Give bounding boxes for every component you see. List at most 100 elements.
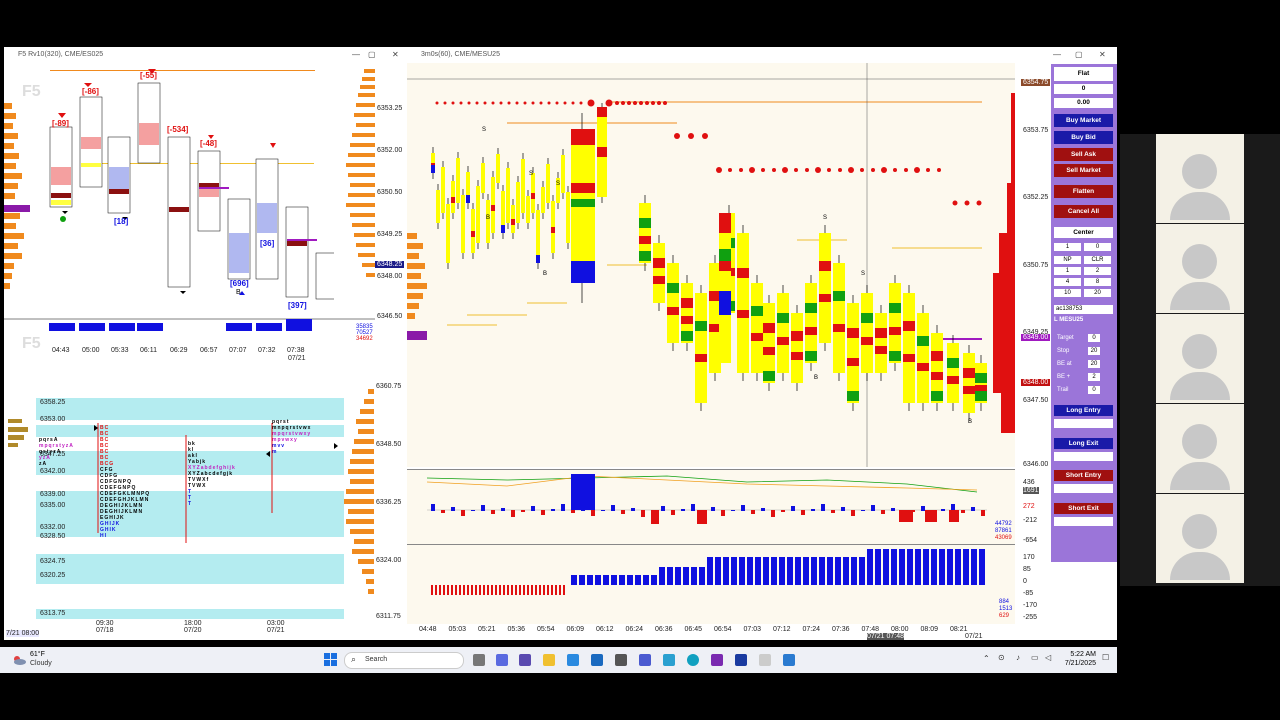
account-select[interactable]: ac138753	[1054, 305, 1113, 314]
short-entry-button[interactable]: Short Entry	[1054, 470, 1113, 481]
candle-segment	[571, 183, 595, 193]
tpo-profile-window[interactable]: 6358.25 6353.00 6347.25 6342.00 6339.00 …	[4, 369, 407, 640]
photos-icon[interactable]	[663, 654, 675, 666]
tray-chevron-icon[interactable]: ⌃	[983, 654, 990, 663]
candle-segment	[719, 213, 731, 233]
notification-icon[interactable]: ☐	[1102, 653, 1109, 662]
close-icon[interactable]: ✕	[392, 50, 399, 59]
clock-time[interactable]: 5:22 AM	[1066, 651, 1096, 658]
clr-button[interactable]: CLR	[1084, 256, 1111, 264]
atm-value-input[interactable]: 20	[1088, 360, 1100, 368]
delta-bar	[571, 510, 575, 513]
microphone-icon[interactable]: ♪	[1016, 653, 1020, 662]
candle-segment	[805, 351, 817, 361]
footprint-chart[interactable]: F5 F5 [-89] [-86] [-55] [-534] [-48] [18…	[4, 63, 375, 352]
atm-label: Stop	[1057, 348, 1070, 354]
time-tick: 08:21	[950, 626, 968, 633]
search-box[interactable]: ⌕ Search	[344, 652, 464, 669]
price-chart-pane[interactable]: S S S S S B B B B	[407, 63, 1015, 467]
app-icon[interactable]	[783, 654, 795, 666]
clock-date[interactable]: 7/21/2025	[1062, 660, 1096, 667]
window-title: F5 Rv10(320), CME/ES025	[18, 51, 104, 58]
delta-bar	[861, 510, 865, 511]
qty-4-button[interactable]: 4	[1054, 278, 1081, 286]
atm-value-input[interactable]: 20	[1088, 347, 1100, 355]
store-icon[interactable]	[567, 654, 579, 666]
quantity-right[interactable]: 0	[1084, 243, 1111, 251]
delta-bar	[891, 508, 895, 511]
signal-dot	[587, 99, 595, 107]
minimize-icon[interactable]: —	[1053, 50, 1061, 59]
volume-subpane[interactable]	[407, 544, 1015, 625]
buy-bid-button[interactable]: Buy Bid	[1054, 131, 1113, 144]
minimize-icon[interactable]: —	[352, 50, 360, 59]
short-entry-select[interactable]	[1054, 484, 1113, 493]
delta-subpane[interactable]	[407, 469, 1015, 544]
long-exit-button[interactable]: Long Exit	[1054, 438, 1113, 449]
tpo-price-label: 6335.00	[40, 502, 66, 509]
file-explorer-icon[interactable]	[543, 654, 555, 666]
sell-market-button[interactable]: Sell Market	[1054, 164, 1113, 177]
edge-icon[interactable]	[687, 654, 699, 666]
task-view-icon[interactable]	[473, 654, 485, 666]
delta-bar	[521, 510, 525, 512]
long-entry-select[interactable]	[1054, 419, 1113, 428]
teams-chat-icon[interactable]	[639, 654, 651, 666]
qty-1-button[interactable]: 1	[1054, 267, 1081, 275]
atm-value-input[interactable]: 2	[1088, 373, 1100, 381]
axis-tick: 170	[1023, 554, 1035, 561]
copilot-icon[interactable]	[496, 654, 508, 666]
participant-tile[interactable]	[1156, 224, 1244, 313]
delta-bar	[441, 510, 445, 513]
sell-ask-button[interactable]: Sell Ask	[1054, 148, 1113, 161]
participant-tile[interactable]	[1156, 134, 1244, 223]
weather-icon[interactable]	[12, 653, 26, 665]
quantity-input[interactable]: 1	[1054, 243, 1081, 251]
signal-dot	[475, 101, 479, 105]
window-icon[interactable]	[759, 654, 771, 666]
weather-desc[interactable]: Cloudy	[30, 660, 52, 667]
tpo-chart[interactable]: 6358.25 6353.00 6347.25 6342.00 6339.00 …	[8, 369, 374, 619]
signal-dot	[860, 168, 864, 172]
atm-value-input[interactable]: 0	[1088, 334, 1100, 342]
tray-icon[interactable]: ⊙	[998, 653, 1005, 662]
candle-segment	[861, 337, 873, 345]
qty-10-button[interactable]: 10	[1054, 289, 1081, 297]
volume-icon[interactable]: ◁	[1045, 653, 1051, 662]
visual-studio-icon[interactable]	[711, 654, 723, 666]
qty-20-button[interactable]: 20	[1084, 289, 1111, 297]
participant-tile[interactable]	[1156, 314, 1244, 403]
center-button[interactable]: Center	[1054, 227, 1113, 238]
readout: 87861	[995, 528, 1012, 534]
delta-label: [-89]	[52, 119, 69, 128]
maximize-icon[interactable]: ▢	[1075, 50, 1083, 59]
settings-icon[interactable]	[615, 654, 627, 666]
participant-tile[interactable]	[1156, 494, 1244, 583]
volume-bar	[707, 557, 713, 585]
signal-dot	[571, 101, 575, 105]
close-icon[interactable]: ✕	[1099, 50, 1106, 59]
qty-2-button[interactable]: 2	[1084, 267, 1111, 275]
ninjatrader-icon[interactable]	[735, 654, 747, 666]
maximize-icon[interactable]: ▢	[368, 50, 376, 59]
start-icon[interactable]	[324, 653, 337, 671]
weather-temp[interactable]: 61°F	[30, 651, 45, 658]
long-exit-select[interactable]	[1054, 452, 1113, 461]
buy-market-button[interactable]: Buy Market	[1054, 114, 1113, 127]
atm-value-input[interactable]: 0	[1088, 386, 1100, 394]
participant-tile[interactable]	[1156, 404, 1244, 493]
short-exit-button[interactable]: Short Exit	[1054, 503, 1113, 514]
signal-dot	[639, 101, 643, 105]
teams-icon[interactable]	[519, 654, 531, 666]
cancel-all-button[interactable]: Cancel All	[1054, 205, 1113, 218]
volume-bar	[495, 585, 497, 595]
flatten-button[interactable]: Flatten	[1054, 185, 1113, 198]
signal-dot	[881, 167, 887, 173]
qty-8-button[interactable]: 8	[1084, 278, 1111, 286]
outlook-icon[interactable]	[591, 654, 603, 666]
short-exit-select[interactable]	[1054, 517, 1113, 526]
np-button[interactable]: NP	[1054, 256, 1081, 264]
price-tick: 6336.25	[376, 499, 402, 506]
long-entry-button[interactable]: Long Entry	[1054, 405, 1113, 416]
network-icon[interactable]: ▭	[1031, 653, 1039, 662]
